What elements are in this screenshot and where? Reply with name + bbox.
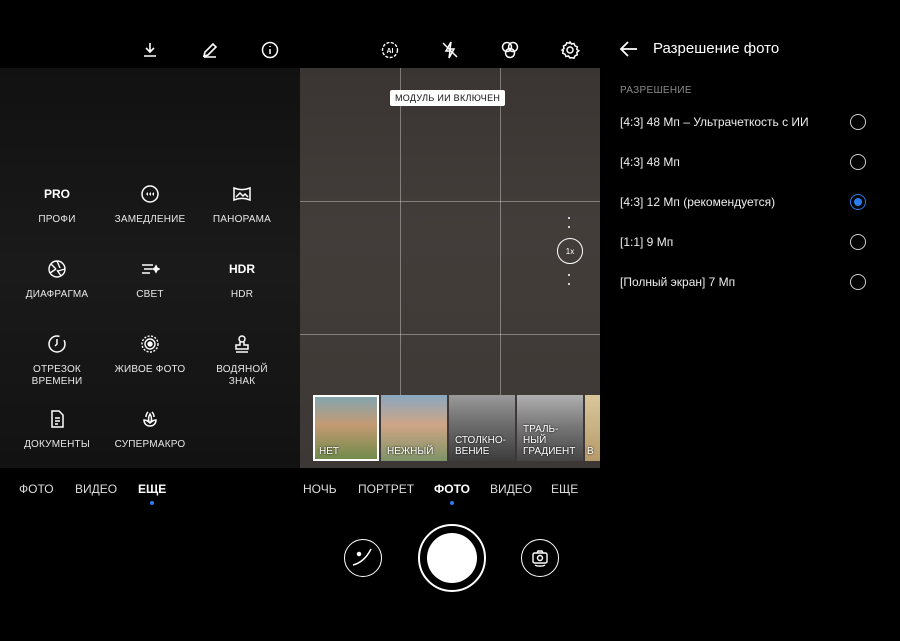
- option-label: [4:3] 12 Мп (рекомендуется): [620, 195, 776, 209]
- tab-photo[interactable]: ФОТО: [19, 482, 54, 496]
- zoom-dot: [568, 283, 570, 285]
- radio-button[interactable]: [850, 274, 866, 290]
- document-icon: [51, 410, 64, 428]
- option-label: [Полный экран] 7 Мп: [620, 275, 736, 289]
- modes-grid: PRO ПРОФИ ЗАМЕДЛЕНИЕ ПАНОРАМА ДИАФРАГМА …: [0, 68, 300, 468]
- mode-label: ЗАМЕДЛЕНИЕ: [114, 214, 186, 225]
- mode-label: ПРОФИ: [38, 214, 76, 225]
- grid-line: [300, 334, 600, 335]
- resolution-option[interactable]: [4:3] 12 Мп (рекомендуется): [620, 192, 880, 214]
- option-label: [4:3] 48 Мп – Ультрачеткость с ИИ: [620, 115, 809, 129]
- mode-label: ДОКУМЕНТЫ: [24, 439, 90, 450]
- page-title: Разрешение фото: [653, 40, 780, 57]
- radio-button[interactable]: [850, 114, 866, 130]
- tab-video[interactable]: ВИДЕО: [490, 482, 532, 496]
- radio-button-selected[interactable]: [850, 194, 866, 210]
- settings-gear-icon[interactable]: [558, 38, 582, 62]
- panorama-icon: [233, 186, 251, 202]
- mode-slow-motion[interactable]: ЗАМЕДЛЕНИЕ: [105, 182, 195, 226]
- mode-light[interactable]: СВЕТ: [105, 257, 195, 301]
- tab-photo[interactable]: ФОТО: [434, 482, 470, 505]
- mode-label: ЖИВОЕ ФОТО: [114, 364, 186, 375]
- download-icon[interactable]: [138, 38, 162, 62]
- option-label: [4:3] 48 Мп: [620, 155, 680, 169]
- mode-label: HDR: [230, 289, 254, 300]
- time-lapse-icon: [48, 335, 66, 353]
- color-filter-icon[interactable]: [498, 38, 522, 62]
- resolution-option[interactable]: [4:3] 48 Мп – Ультрачеткость с ИИ: [620, 112, 880, 134]
- resolution-option[interactable]: [Полный экран] 7 Мп: [620, 272, 880, 294]
- grid-line: [400, 68, 401, 398]
- gallery-icon: [352, 548, 372, 566]
- light-painting-icon: [142, 264, 160, 274]
- mode-pro[interactable]: PRO ПРОФИ: [12, 182, 102, 226]
- zoom-dot: [568, 274, 570, 276]
- tab-more[interactable]: ЕЩЕ: [138, 482, 166, 505]
- back-button[interactable]: [618, 38, 640, 60]
- svg-text:AI: AI: [387, 48, 394, 55]
- grid-line: [300, 201, 600, 202]
- zoom-control[interactable]: 1x: [557, 238, 583, 264]
- option-label: [1:1] 9 Мп: [620, 235, 674, 249]
- aperture-icon: [48, 260, 66, 278]
- mode-label: ОТРЕЗОК ВРЕМЕНИ: [31, 364, 83, 387]
- grid-line: [500, 68, 501, 398]
- filter-label: ТРАЛЬ- НЫЙ ГРАДИЕНТ: [523, 424, 576, 457]
- shutter-button[interactable]: [418, 524, 486, 592]
- camera-viewfinder-panel: AI МОДУЛЬ ИИ ВКЛЮЧЕН 1x НЕТ НЕЖНЫЙ СТОЛК…: [300, 0, 600, 641]
- radio-button[interactable]: [850, 154, 866, 170]
- live-photo-icon: [141, 335, 159, 353]
- mode-watermark[interactable]: ВОДЯНОЙ ЗНАК: [197, 332, 287, 388]
- filter-label: В: [587, 446, 594, 457]
- flash-off-icon[interactable]: [438, 38, 462, 62]
- zoom-dot: [568, 226, 570, 228]
- filter-thumb[interactable]: СТОЛКНО- ВЕНИЕ: [449, 395, 515, 461]
- filter-label: НЕЖНЫЙ: [387, 446, 434, 457]
- tab-night[interactable]: НОЧЬ: [303, 482, 337, 496]
- slow-motion-icon: [141, 185, 159, 203]
- shutter-inner: [427, 533, 477, 583]
- viewfinder[interactable]: МОДУЛЬ ИИ ВКЛЮЧЕН 1x НЕТ НЕЖНЫЙ СТОЛКНО-…: [300, 68, 600, 468]
- section-header: РАЗРЕШЕНИЕ: [620, 85, 692, 96]
- gallery-button[interactable]: [344, 539, 382, 577]
- back-arrow-icon: [619, 41, 637, 57]
- filter-thumb[interactable]: В: [585, 395, 600, 461]
- camera-modes-panel: PRO ПРОФИ ЗАМЕДЛЕНИЕ ПАНОРАМА ДИАФРАГМА …: [0, 0, 300, 641]
- resolution-option[interactable]: [1:1] 9 Мп: [620, 232, 880, 254]
- filter-label: НЕТ: [319, 446, 339, 457]
- tab-more[interactable]: ЕЩЕ: [551, 482, 578, 496]
- mode-label: ВОДЯНОЙ ЗНАК: [216, 364, 268, 387]
- mode-aperture[interactable]: ДИАФРАГМА: [12, 257, 102, 301]
- edit-icon[interactable]: [198, 38, 222, 62]
- mode-label: ДИАФРАГМА: [25, 289, 89, 300]
- mode-label: СУПЕРМАКРО: [114, 439, 186, 450]
- mode-hdr[interactable]: HDR HDR: [197, 257, 287, 301]
- info-icon[interactable]: [258, 38, 282, 62]
- mode-documents[interactable]: ДОКУМЕНТЫ: [12, 407, 102, 451]
- watermark-icon: [235, 335, 249, 353]
- radio-button[interactable]: [850, 234, 866, 250]
- mode-super-macro[interactable]: СУПЕРМАКРО: [105, 407, 195, 451]
- filter-thumb[interactable]: ТРАЛЬ- НЫЙ ГРАДИЕНТ: [517, 395, 583, 461]
- photo-resolution-panel: Разрешение фото РАЗРЕШЕНИЕ [4:3] 48 Мп –…: [600, 0, 900, 641]
- filter-label: СТОЛКНО- ВЕНИЕ: [455, 435, 506, 457]
- mode-panorama[interactable]: ПАНОРАМА: [197, 182, 287, 226]
- switch-camera-icon: [532, 550, 548, 567]
- hdr-icon: HDR: [229, 262, 255, 276]
- mode-live-photo[interactable]: ЖИВОЕ ФОТО: [105, 332, 195, 376]
- zoom-dot: [568, 217, 570, 219]
- tab-portrait[interactable]: ПОРТРЕТ: [358, 482, 414, 496]
- ai-icon[interactable]: AI: [378, 38, 402, 62]
- ai-status-badge: МОДУЛЬ ИИ ВКЛЮЧЕН: [390, 90, 506, 106]
- pro-icon: PRO: [43, 187, 70, 201]
- tab-video[interactable]: ВИДЕО: [75, 482, 117, 496]
- filter-thumb[interactable]: НЕТ: [313, 395, 379, 461]
- resolution-option[interactable]: [4:3] 48 Мп: [620, 152, 880, 174]
- mode-label: СВЕТ: [136, 289, 164, 300]
- super-macro-icon: [143, 411, 157, 427]
- mode-label: ПАНОРАМА: [212, 214, 272, 225]
- mode-time-lapse[interactable]: ОТРЕЗОК ВРЕМЕНИ: [12, 332, 102, 388]
- switch-camera-button[interactable]: [521, 539, 559, 577]
- filter-thumb[interactable]: НЕЖНЫЙ: [381, 395, 447, 461]
